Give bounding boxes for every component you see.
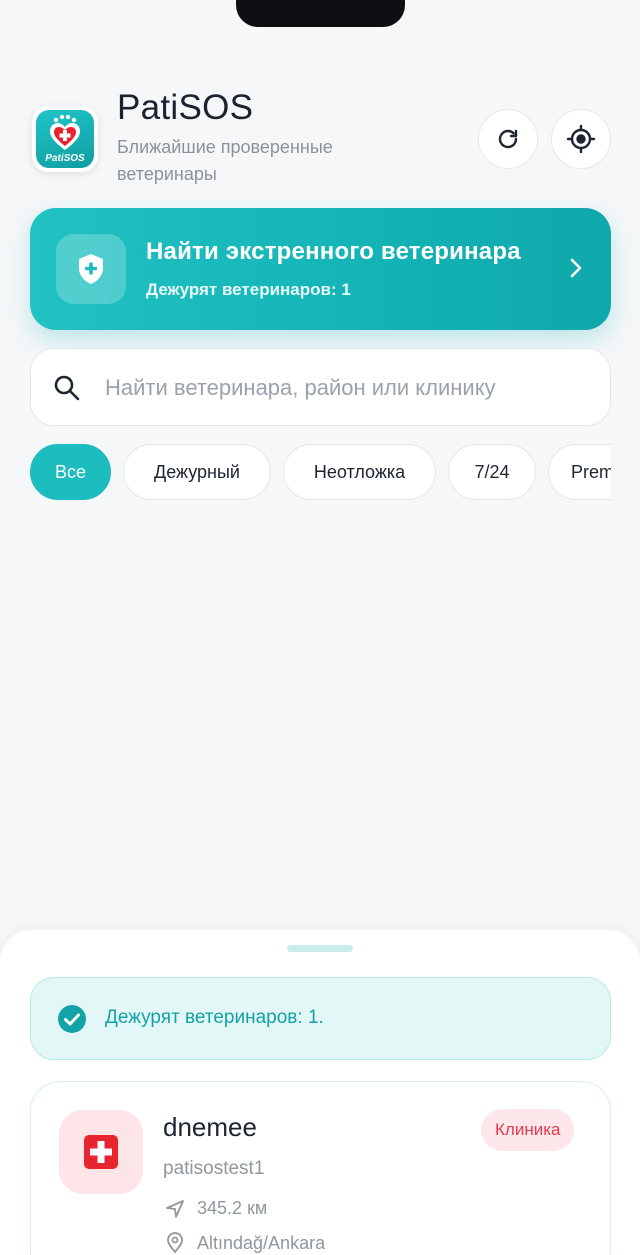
emergency-vet-banner[interactable]: Найти экстренного ветеринара Дежурят вет… [30, 208, 611, 330]
chevron-right-icon [570, 258, 582, 278]
location-text: Altındağ/Ankara [197, 1232, 326, 1253]
search-input[interactable] [105, 361, 595, 415]
vet-name: dnemee [163, 1112, 257, 1142]
bottom-sheet[interactable]: Дежурят ветеринаров: 1. dnemee patisoste… [0, 930, 640, 1255]
refresh-button[interactable] [478, 109, 538, 169]
search-bar[interactable] [30, 348, 611, 426]
filter-chips: Все Дежурный Неотложка 7/24 Premium [30, 444, 611, 500]
app-subtitle: Ближайшие проверенные ветеринары [117, 137, 333, 184]
map-pin-icon [167, 1232, 183, 1254]
emergency-icon-box [56, 234, 126, 304]
refresh-icon [498, 129, 518, 149]
shield-plus-icon [79, 254, 103, 284]
app-title: PatiSOS [117, 88, 254, 127]
clinic-icon-box [59, 1110, 143, 1194]
vet-distance: 345.2 км [165, 1198, 267, 1219]
emergency-title: Найти экстренного ветеринара [146, 238, 521, 265]
sheet-drag-handle[interactable] [287, 945, 353, 952]
notice-text: Дежурят ветеринаров: 1. [105, 1007, 324, 1028]
chip-emergency[interactable]: Неотложка [283, 444, 436, 500]
chip-premium[interactable]: Premium [548, 444, 611, 500]
check-circle-icon [58, 1005, 86, 1033]
search-icon [54, 375, 80, 401]
vet-card[interactable]: dnemee patisostest1 Клиника 345.2 км Alt… [30, 1081, 611, 1255]
logo-text: PatiSOS [45, 153, 85, 164]
navigation-arrow-icon [166, 1199, 184, 1218]
app-logo: PatiSOS [32, 106, 98, 172]
chip-all[interactable]: Все [30, 444, 111, 500]
vet-location: Altındağ/Ankara [165, 1232, 325, 1254]
vet-username: patisostest1 [163, 1158, 265, 1179]
clinic-badge: Клиника [481, 1109, 575, 1151]
crosshair-icon [566, 124, 596, 154]
distance-text: 345.2 км [197, 1198, 268, 1218]
emergency-subtitle: Дежурят ветеринаров: 1 [146, 280, 351, 299]
chip-24-7[interactable]: 7/24 [448, 444, 536, 500]
chip-on-duty[interactable]: Дежурный [123, 444, 271, 500]
medical-cross-icon [84, 1135, 118, 1169]
device-notch [236, 0, 405, 27]
on-duty-notice: Дежурят ветеринаров: 1. [30, 977, 611, 1060]
locate-button[interactable] [551, 109, 611, 169]
